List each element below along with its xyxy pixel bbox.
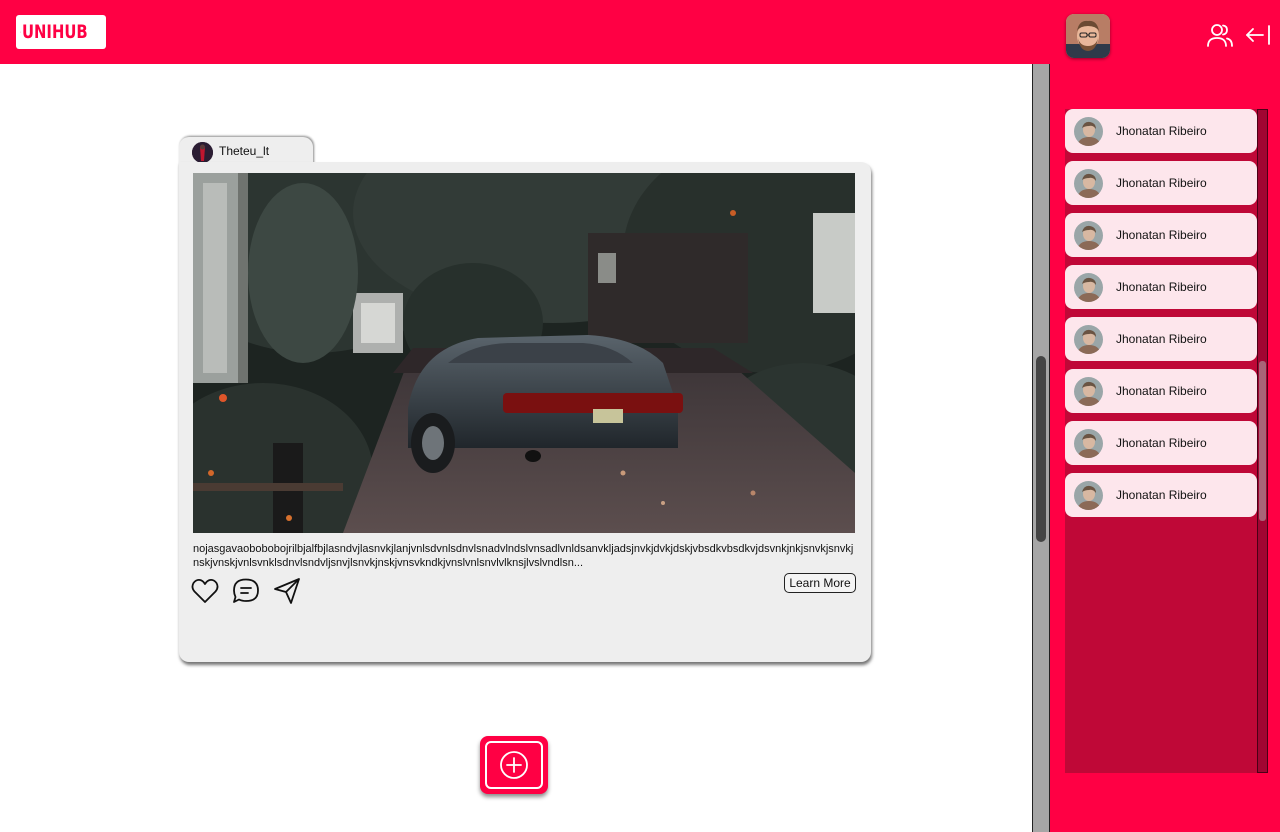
friend-item[interactable]: Jhonatan Ribeiro [1065, 109, 1257, 153]
arrow-left-bar-icon [1246, 25, 1270, 45]
friend-avatar [1074, 116, 1103, 146]
friends-toggle-button[interactable] [1205, 20, 1235, 50]
send-icon [274, 578, 300, 604]
friend-item[interactable]: Jhonatan Ribeiro [1065, 369, 1257, 413]
friend-avatar [1074, 480, 1103, 510]
logo-text: UNIHUB [21, 21, 88, 43]
friends-scrollbar-thumb[interactable] [1259, 361, 1266, 521]
friend-name: Jhonatan Ribeiro [1116, 228, 1207, 242]
post-card: nojasgavaobobobojrilbjalfbjlasndvjlasnvk… [179, 162, 871, 662]
main-scrollbar[interactable] [1032, 64, 1050, 832]
learn-more-button[interactable]: Learn More [784, 573, 856, 593]
friend-name: Jhonatan Ribeiro [1116, 124, 1207, 138]
people-logo-icon [20, 31, 21, 33]
friend-name: Jhonatan Ribeiro [1116, 280, 1207, 294]
friend-item[interactable]: Jhonatan Ribeiro [1065, 213, 1257, 257]
comment-button[interactable] [231, 576, 261, 606]
friend-avatar [1074, 324, 1103, 354]
plus-circle-icon [500, 751, 528, 779]
post-author-name: Theteu_lt [219, 144, 270, 158]
comment-icon [233, 578, 259, 603]
main-scrollbar-thumb[interactable] [1036, 356, 1046, 542]
friends-sidebar: Jhonatan Ribeiro Jhonatan Ribeiro Jhonat… [1050, 64, 1280, 832]
friend-avatar [1074, 272, 1103, 302]
users-icon [1207, 24, 1233, 47]
friend-avatar [1074, 220, 1103, 250]
friend-name: Jhonatan Ribeiro [1116, 488, 1207, 502]
add-post-frame [485, 741, 543, 789]
add-post-button[interactable] [480, 736, 548, 794]
share-button[interactable] [272, 576, 302, 606]
user-avatar[interactable] [1066, 14, 1110, 58]
friend-name: Jhonatan Ribeiro [1116, 332, 1207, 346]
author-avatar [192, 142, 213, 163]
like-button[interactable] [190, 576, 220, 606]
friend-avatar [1074, 428, 1103, 458]
friend-name: Jhonatan Ribeiro [1116, 384, 1207, 398]
friend-name: Jhonatan Ribeiro [1116, 176, 1207, 190]
post-image[interactable] [193, 173, 855, 533]
post-caption: nojasgavaobobobojrilbjalfbjlasndvjlasnvk… [193, 543, 854, 569]
friend-item[interactable]: Jhonatan Ribeiro [1065, 473, 1257, 517]
collapse-sidebar-button[interactable] [1243, 20, 1273, 50]
friends-scrollbar[interactable] [1257, 109, 1268, 773]
top-navbar: UNIHUB [0, 0, 1280, 64]
unihub-logo[interactable]: UNIHUB [16, 15, 106, 49]
friend-item[interactable]: Jhonatan Ribeiro [1065, 265, 1257, 309]
friend-name: Jhonatan Ribeiro [1116, 436, 1207, 450]
friend-item[interactable]: Jhonatan Ribeiro [1065, 421, 1257, 465]
friend-avatar [1074, 168, 1103, 198]
friend-item[interactable]: Jhonatan Ribeiro [1065, 317, 1257, 361]
friend-avatar [1074, 376, 1103, 406]
heart-icon [191, 579, 219, 603]
friend-item[interactable]: Jhonatan Ribeiro [1065, 161, 1257, 205]
